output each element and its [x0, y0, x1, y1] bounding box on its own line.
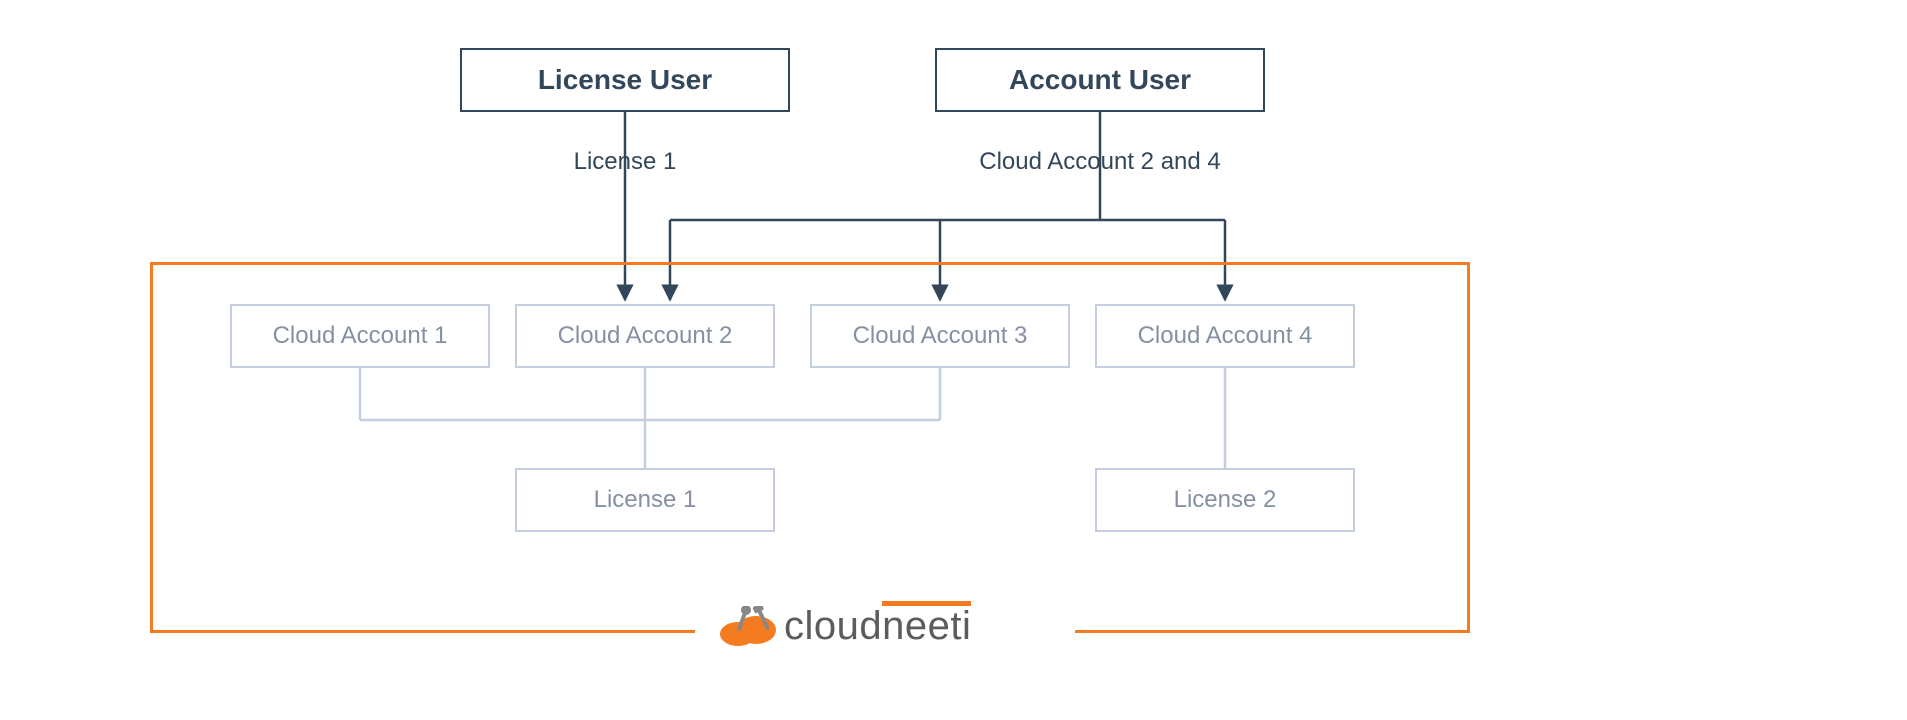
- license-1-box: License 1: [515, 468, 775, 532]
- logo-text-accent: neeti: [882, 604, 971, 649]
- cloud-tools-icon: [718, 606, 778, 648]
- cloud-account-4-box: Cloud Account 4: [1095, 304, 1355, 368]
- cloud-account-1-box: Cloud Account 1: [230, 304, 490, 368]
- license-label: License 1: [594, 486, 697, 514]
- cloud-account-label: Cloud Account 1: [273, 322, 448, 350]
- account-user-label: Account User: [1009, 64, 1191, 96]
- cloudneeti-logo: cloudneeti: [700, 604, 989, 649]
- cloud-account-2-box: Cloud Account 2: [515, 304, 775, 368]
- cloud-account-3-box: Cloud Account 3: [810, 304, 1070, 368]
- cloud-account-label: Cloud Account 4: [1138, 322, 1313, 350]
- container-bottom-right: [1075, 630, 1470, 633]
- license-label: License 2: [1174, 486, 1277, 514]
- account-user-box: Account User: [935, 48, 1265, 112]
- license-user-label: License User: [538, 64, 712, 96]
- logo-text-main: cloud: [784, 604, 882, 648]
- container-bottom-left: [150, 630, 695, 633]
- license-user-box: License User: [460, 48, 790, 112]
- cloud-account-label: Cloud Account 3: [853, 322, 1028, 350]
- logo-text: cloudneeti: [784, 604, 971, 649]
- cloud-account-label: Cloud Account 2: [558, 322, 733, 350]
- license-user-edge-label: License 1: [560, 148, 690, 176]
- account-user-edge-label: Cloud Account 2 and 4: [960, 148, 1240, 176]
- license-2-box: License 2: [1095, 468, 1355, 532]
